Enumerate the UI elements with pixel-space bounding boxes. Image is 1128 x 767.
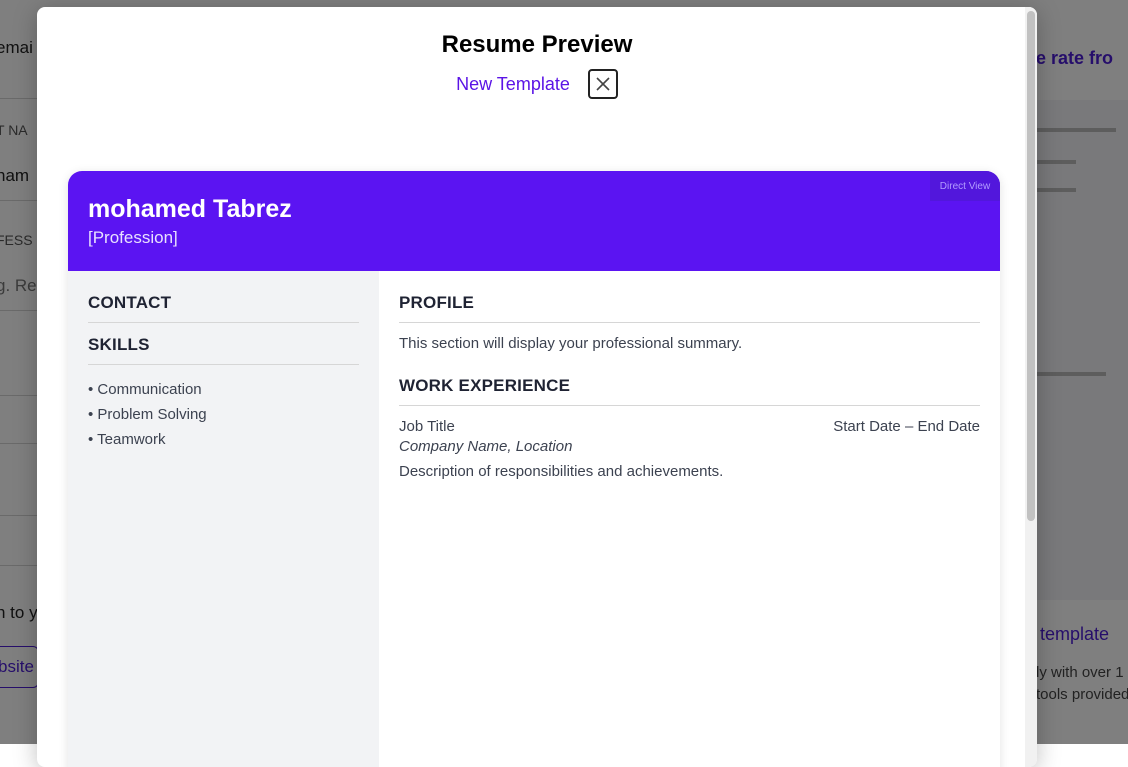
work-experience-heading: WORK EXPERIENCE (399, 376, 980, 406)
resume-header: mohamed Tabrez [Profession] Direct View (68, 171, 1000, 271)
skill-item: • Communication (88, 381, 202, 398)
resume-document: mohamed Tabrez [Profession] Direct View … (68, 171, 1000, 767)
resume-profession: [Profession] (88, 228, 178, 247)
skill-item: • Teamwork (88, 431, 166, 448)
resume-sidebar: CONTACT SKILLS • Communication • Problem… (68, 271, 379, 767)
profile-heading: PROFILE (399, 293, 980, 323)
job-dates: Start Date – End Date (833, 418, 980, 435)
resume-name: mohamed Tabrez (88, 195, 292, 223)
company-location: Company Name, Location (399, 438, 573, 455)
modal-title: Resume Preview (441, 31, 633, 58)
resume-preview-modal: Resume Preview New Template mohamed Tabr… (37, 7, 1037, 767)
skill-item: • Problem Solving (88, 406, 207, 423)
modal-scrollbar-thumb[interactable] (1027, 11, 1035, 521)
job-row: Job Title Start Date – End Date (399, 418, 980, 435)
job-description: Description of responsibilities and achi… (399, 463, 724, 480)
contact-heading: CONTACT (88, 293, 359, 323)
modal-actions: New Template (37, 69, 1037, 99)
close-icon (596, 77, 610, 91)
skills-heading: SKILLS (88, 335, 359, 365)
direct-view-button[interactable]: Direct View (930, 171, 1000, 201)
close-button[interactable] (587, 69, 618, 99)
modal-scrollbar[interactable] (1025, 7, 1037, 767)
job-title: Job Title (399, 418, 455, 435)
resume-body: CONTACT SKILLS • Communication • Problem… (68, 271, 1000, 767)
profile-summary: This section will display your professio… (399, 335, 743, 352)
new-template-link[interactable]: New Template (456, 74, 570, 95)
resume-main: PROFILE This section will display your p… (379, 271, 1000, 767)
